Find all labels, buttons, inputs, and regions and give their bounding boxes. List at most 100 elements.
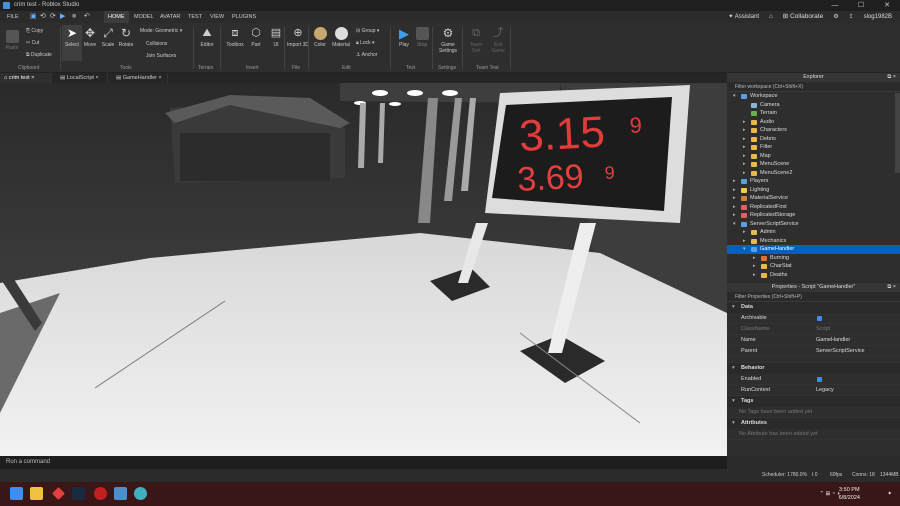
expand-arrow-icon[interactable]: ▾: [733, 92, 736, 101]
expand-arrow-icon[interactable]: ▸: [743, 126, 746, 135]
undo2-icon[interactable]: ↶: [84, 11, 90, 23]
collaborate-button[interactable]: ⊞ Collaborate: [783, 11, 824, 23]
clock[interactable]: 3:50 PM 6/8/2024: [839, 486, 860, 502]
collisions-toggle[interactable]: Collisions: [146, 41, 167, 47]
section-attributes[interactable]: Attributes: [727, 418, 900, 429]
prop-runcontext[interactable]: RunContext Legacy: [727, 385, 900, 396]
expand-arrow-icon[interactable]: ▸: [743, 118, 746, 127]
expand-arrow-icon[interactable]: ▸: [733, 211, 736, 220]
steam-icon[interactable]: [72, 487, 85, 500]
section-tags[interactable]: Tags: [727, 396, 900, 407]
copy-button[interactable]: ⎘ Copy: [26, 28, 43, 34]
assistant-button[interactable]: ✦ Assistant: [728, 11, 759, 23]
expand-arrow-icon[interactable]: ▸: [743, 169, 746, 178]
color-button[interactable]: Color: [310, 25, 330, 48]
tab-gamehandler[interactable]: ▤ GameHandler ×: [112, 73, 168, 83]
explorer-filter-input[interactable]: Filter workspace (Ctrl+Shift+X): [727, 82, 900, 92]
explorer-item[interactable]: ▸ Burning: [727, 254, 900, 263]
import-3d-button[interactable]: ⊕ Import 3D: [287, 25, 309, 48]
scale-tool-button[interactable]: ⤢ Scale: [98, 25, 118, 49]
stop-button[interactable]: Stop: [412, 25, 432, 48]
cut-button[interactable]: ✂ Cut: [26, 40, 39, 46]
explorer-item[interactable]: ▸ CharStat: [727, 262, 900, 271]
stop-quick-icon[interactable]: ■: [72, 11, 76, 23]
toolbox-button[interactable]: ⧈ Toolbox: [223, 25, 247, 48]
file-explorer-icon[interactable]: [30, 487, 43, 500]
join-surfaces-toggle[interactable]: Join Surfaces: [146, 53, 176, 59]
move-tool-button[interactable]: ✥ Move: [80, 25, 100, 49]
expand-arrow-icon[interactable]: ▸: [743, 143, 746, 152]
enabled-checkbox[interactable]: [817, 377, 822, 382]
expand-arrow-icon[interactable]: ▾: [733, 220, 736, 229]
tab-model[interactable]: MODEL: [130, 11, 158, 23]
expand-arrow-icon[interactable]: ▸: [743, 237, 746, 246]
tab-view[interactable]: VIEW: [206, 11, 228, 23]
app-icon[interactable]: [52, 487, 65, 500]
lock-button[interactable]: 🔒︎ Lock ▾: [356, 40, 375, 46]
notification-icon[interactable]: ⌂: [769, 11, 773, 23]
explorer-item[interactable]: ▸ Admin: [727, 228, 900, 237]
explorer-item[interactable]: ▸ Players: [727, 177, 900, 186]
roblox-studio-taskbar-icon[interactable]: [114, 487, 127, 500]
explorer-item[interactable]: ▸ Mechanics: [727, 237, 900, 246]
section-behavior[interactable]: Behavior: [727, 363, 900, 374]
tab-crim-test[interactable]: ⌂ crim test ×: [0, 73, 52, 83]
3d-viewport[interactable]: 3.15 9 3.69 9: [0, 83, 727, 456]
material-button[interactable]: Material: [330, 25, 352, 48]
terrain-editor-button[interactable]: ⛰ Editor: [196, 25, 218, 48]
expand-arrow-icon[interactable]: ▸: [743, 152, 746, 161]
prop-parent[interactable]: Parent ServerScriptService: [727, 346, 900, 357]
expand-arrow-icon[interactable]: ▸: [743, 135, 746, 144]
explorer-item[interactable]: Terrain: [727, 109, 900, 118]
explorer-scrollbar[interactable]: [895, 93, 900, 173]
opera-icon[interactable]: [94, 487, 107, 500]
explorer-item[interactable]: ▸ Lighting: [727, 186, 900, 195]
exit-game-button[interactable]: ⤴ Exit Game: [488, 25, 508, 54]
select-tool-button[interactable]: ➤ Select: [62, 25, 82, 61]
expand-arrow-icon[interactable]: ▸: [753, 271, 756, 280]
section-data[interactable]: Data: [727, 302, 900, 313]
explorer-item[interactable]: ▸ ReplicatedStorage: [727, 211, 900, 220]
explorer-item[interactable]: ▸ Map: [727, 152, 900, 161]
command-input[interactable]: Run a command: [6, 459, 50, 465]
explorer-item[interactable]: ▸ Deaths: [727, 271, 900, 280]
maximize-icon[interactable]: ☐: [848, 0, 874, 11]
explorer-item[interactable]: ▸ ReplicatedFirst: [727, 203, 900, 212]
explorer-item[interactable]: ▸ Audio: [727, 118, 900, 127]
close-icon[interactable]: ⧉ ×: [887, 283, 896, 292]
anchor-button[interactable]: ⚓︎ Anchor: [356, 52, 377, 58]
minimize-icon[interactable]: —: [822, 0, 848, 11]
explorer-item[interactable]: ▾ ServerScriptService: [727, 220, 900, 229]
notifications-icon[interactable]: ✦: [887, 490, 892, 498]
team-test-button[interactable]: ⧉ Team Test: [466, 25, 486, 54]
paste-button[interactable]: Paste: [2, 28, 22, 51]
group-button[interactable]: ⊟ Group ▾: [356, 28, 379, 34]
explorer-item[interactable]: ▸ MenuScene: [727, 160, 900, 169]
command-bar[interactable]: Run a command: [0, 456, 727, 469]
expand-arrow-icon[interactable]: ▸: [753, 262, 756, 271]
user-name[interactable]: slog1982B: [864, 11, 892, 23]
tab-test[interactable]: TEST: [184, 11, 206, 23]
duplicate-button[interactable]: ⧉ Duplicate: [26, 52, 52, 58]
prop-name[interactable]: Name GameHandler: [727, 335, 900, 346]
save-icon[interactable]: ▣: [30, 11, 37, 23]
explorer-item[interactable]: ▸ MaterialService: [727, 194, 900, 203]
mode-dropdown[interactable]: Mode: Geometric ▾: [140, 28, 182, 34]
expand-arrow-icon[interactable]: ▸: [733, 203, 736, 212]
redo-icon[interactable]: ⟳: [50, 11, 56, 23]
explorer-item[interactable]: ▸ Characters: [727, 126, 900, 135]
tray-icons[interactable]: ⌃ ⊞ ◔ ◑: [820, 490, 840, 498]
game-settings-button[interactable]: ⚙ Game Settings: [436, 25, 460, 55]
tab-home[interactable]: HOME: [104, 11, 129, 23]
tab-plugins[interactable]: PLUGINS: [228, 11, 260, 23]
expand-arrow-icon[interactable]: ▸: [733, 194, 736, 203]
explorer-item[interactable]: ▸ Debris: [727, 135, 900, 144]
archivable-checkbox[interactable]: [817, 316, 822, 321]
explorer-item[interactable]: ▸ MenuScene2: [727, 169, 900, 178]
settings-icon[interactable]: ⚙: [833, 11, 838, 23]
start-icon[interactable]: [10, 487, 23, 500]
explorer-item[interactable]: ▾ GameHandler: [727, 245, 900, 254]
file-menu[interactable]: FILE: [3, 11, 23, 23]
explorer-item[interactable]: ▾ Workspace: [727, 92, 900, 101]
play-button[interactable]: ▶ Play: [394, 25, 414, 48]
